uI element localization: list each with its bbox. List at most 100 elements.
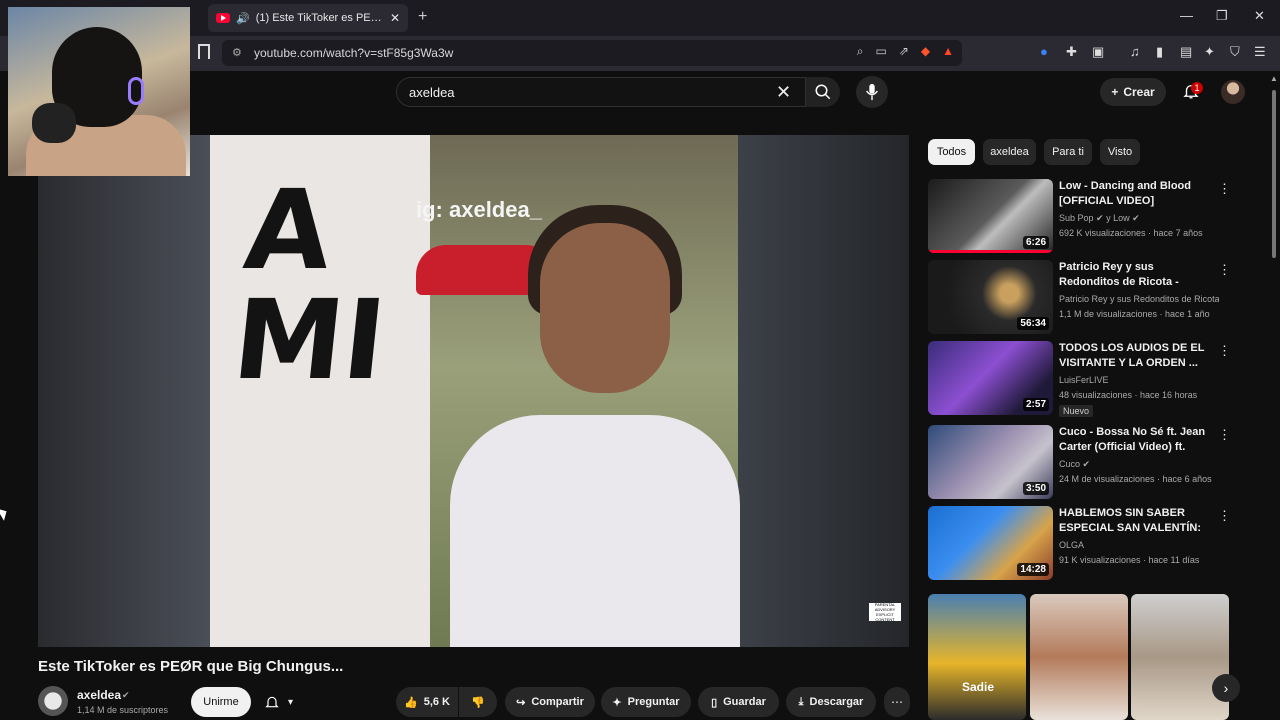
bookmark-icon[interactable] bbox=[198, 44, 210, 59]
page-scrollbar[interactable]: ▲ bbox=[1270, 74, 1278, 720]
chip-channel[interactable]: axeldea bbox=[983, 139, 1036, 165]
sparkle-icon: ✦ bbox=[612, 696, 622, 709]
share-icon[interactable]: ⇗ bbox=[899, 44, 909, 59]
more-actions-button[interactable]: ⋯ bbox=[884, 687, 910, 717]
shorts-next-button[interactable]: › bbox=[1212, 674, 1240, 702]
site-info-icon[interactable]: ⚙ bbox=[232, 46, 242, 59]
recommendation-title[interactable]: Cuco - Bossa No Sé ft. Jean Carter (Offi… bbox=[1059, 425, 1209, 457]
download-icon: ⤓ bbox=[798, 695, 804, 708]
download-button[interactable]: ⤓ Descargar bbox=[786, 687, 876, 717]
voice-search-button[interactable] bbox=[856, 76, 888, 108]
extensions-puzzle-icon[interactable]: ✚ bbox=[1066, 44, 1077, 60]
recommendation-item[interactable]: 2:57 TODOS LOS AUDIOS DE EL VISITANTE Y … bbox=[928, 341, 1238, 417]
duration-badge: 56:34 bbox=[1017, 317, 1049, 330]
recommendation-channel[interactable]: Cuco ✔ bbox=[1059, 459, 1219, 470]
ai-icon[interactable]: ✦ bbox=[1204, 44, 1215, 60]
dislike-button[interactable]: 👎 bbox=[459, 687, 497, 717]
recommendation-item[interactable]: 56:34 Patricio Rey y sus Redonditos de R… bbox=[928, 260, 1238, 336]
create-label: Crear bbox=[1123, 85, 1155, 99]
microphone-icon bbox=[32, 103, 76, 143]
video-thumbnail[interactable]: 14:28 bbox=[928, 506, 1053, 580]
recommendation-channel[interactable]: Sub Pop ✔ y Low ✔ bbox=[1059, 213, 1219, 224]
subscription-bell-button[interactable]: ▾ bbox=[258, 687, 310, 717]
leo-icon[interactable]: ▤ bbox=[1180, 44, 1192, 60]
video-thumbnail[interactable]: 6:26 bbox=[928, 179, 1053, 253]
chip-todos[interactable]: Todos bbox=[928, 139, 975, 165]
sidebar-icon[interactable]: ▮ bbox=[1156, 44, 1163, 60]
kebab-menu-icon[interactable]: ⋮ bbox=[1218, 427, 1231, 443]
scroll-up-icon[interactable]: ▲ bbox=[1270, 74, 1278, 83]
brave-rewards-icon[interactable]: ▲ bbox=[942, 44, 954, 59]
recommendation-channel[interactable]: LuisFerLIVE bbox=[1059, 375, 1219, 385]
recommendation-item[interactable]: 3:50 Cuco - Bossa No Sé ft. Jean Carter … bbox=[928, 425, 1238, 501]
recommendation-meta: 91 K visualizaciones · hace 11 días bbox=[1059, 555, 1200, 565]
channel-avatar[interactable] bbox=[38, 686, 68, 716]
recommendation-meta: 1,1 M de visualizaciones · hace 1 año bbox=[1059, 309, 1210, 319]
short-item[interactable]: Sadie bbox=[928, 594, 1026, 720]
share-button[interactable]: ↪ Compartir bbox=[505, 687, 595, 717]
like-button[interactable]: 👍 5,6 K bbox=[396, 687, 458, 717]
address-bar[interactable]: ⚙ youtube.com/watch?v=stF85g3Wa3w ⌕ ▭ ⇗ … bbox=[222, 40, 962, 66]
recommendation-channel[interactable]: Patricio Rey y sus Redonditos de Ricota … bbox=[1059, 294, 1219, 304]
vpn-icon[interactable]: ⛉ bbox=[1230, 44, 1240, 60]
menu-icon[interactable]: ☰ bbox=[1254, 44, 1266, 60]
restore-button[interactable]: ❐ bbox=[1216, 8, 1228, 24]
kebab-menu-icon[interactable]: ⋮ bbox=[1218, 508, 1231, 524]
kebab-menu-icon[interactable]: ⋮ bbox=[1218, 343, 1231, 359]
webcam-overlay bbox=[8, 7, 190, 176]
scroll-thumb[interactable] bbox=[1272, 90, 1276, 258]
recommendation-channel[interactable]: OLGA bbox=[1059, 540, 1219, 550]
search-button[interactable] bbox=[806, 77, 840, 107]
short-item[interactable] bbox=[1030, 594, 1128, 720]
minimize-button[interactable]: — bbox=[1180, 8, 1193, 23]
join-button[interactable]: Unirme bbox=[191, 687, 251, 717]
channel-name[interactable]: axeldea bbox=[77, 688, 121, 702]
cast-icon[interactable]: ▭ bbox=[875, 44, 886, 59]
recommendation-item[interactable]: 14:28 HABLEMOS SIN SABER ESPECIAL SAN VA… bbox=[928, 506, 1238, 582]
video-thumbnail[interactable]: 56:34 bbox=[928, 260, 1053, 334]
duration-badge: 6:26 bbox=[1022, 236, 1049, 249]
video-title: Este TikToker es PEØR que Big Chungus... bbox=[38, 658, 344, 675]
recommendation-title[interactable]: Patricio Rey y sus Redonditos de Ricota … bbox=[1059, 260, 1209, 292]
user-avatar[interactable] bbox=[1221, 80, 1245, 104]
recommendation-item[interactable]: 6:26 Low - Dancing and Blood [OFFICIAL V… bbox=[928, 179, 1238, 255]
create-button[interactable]: + Crear bbox=[1100, 78, 1166, 106]
subscriber-count: 1,14 M de suscriptores bbox=[77, 705, 169, 715]
youtube-favicon-icon bbox=[216, 13, 230, 23]
wallet-icon[interactable]: ▣ bbox=[1092, 44, 1104, 60]
chip-visto[interactable]: Visto bbox=[1100, 139, 1140, 165]
bell-icon bbox=[265, 696, 279, 708]
new-tab-button[interactable]: + bbox=[418, 8, 427, 26]
recommendation-title[interactable]: Low - Dancing and Blood [OFFICIAL VIDEO] bbox=[1059, 179, 1209, 209]
search-input[interactable]: axeldea bbox=[396, 77, 806, 107]
share-arrow-icon: ↪ bbox=[516, 696, 526, 709]
short-label: Sadie bbox=[962, 680, 995, 694]
browser-tab[interactable]: 🔊 (1) Este TikToker es PEØR que ✕ bbox=[208, 4, 408, 32]
save-button[interactable]: ▯ Guardar bbox=[698, 687, 779, 717]
media-icon[interactable]: ♫ bbox=[1130, 44, 1140, 59]
kebab-menu-icon[interactable]: ⋮ bbox=[1218, 181, 1231, 197]
recommendation-title[interactable]: HABLEMOS SIN SABER ESPECIAL SAN VALENTÍN… bbox=[1059, 506, 1209, 538]
short-item[interactable] bbox=[1131, 594, 1229, 720]
video-thumbnail[interactable]: 3:50 bbox=[928, 425, 1053, 499]
ask-button[interactable]: ✦ Preguntar bbox=[601, 687, 691, 717]
audio-playing-icon[interactable]: 🔊 bbox=[236, 12, 250, 25]
video-player[interactable]: A MI ig: axeldea_ PARENTAL ADVISORY EXPL… bbox=[38, 135, 909, 647]
search-input-value: axeldea bbox=[409, 84, 455, 100]
chip-para-ti[interactable]: Para ti bbox=[1044, 139, 1092, 165]
duration-badge: 2:57 bbox=[1022, 398, 1049, 411]
brave-shield-icon[interactable]: ◆ bbox=[921, 44, 930, 59]
bookmark-save-icon: ▯ bbox=[711, 696, 718, 709]
clear-search-icon[interactable]: ✕ bbox=[776, 82, 791, 103]
close-window-button[interactable]: ✕ bbox=[1254, 8, 1265, 24]
duration-badge: 3:50 bbox=[1022, 482, 1049, 495]
save-label: Guardar bbox=[723, 696, 766, 708]
recommendation-title[interactable]: TODOS LOS AUDIOS DE EL VISITANTE Y LA OR… bbox=[1059, 341, 1209, 371]
video-thumbnail[interactable]: 2:57 bbox=[928, 341, 1053, 415]
close-tab-icon[interactable]: ✕ bbox=[390, 11, 400, 25]
watch-progress-bar bbox=[928, 250, 1053, 253]
extension-icon[interactable]: ● bbox=[1040, 44, 1048, 59]
kebab-menu-icon[interactable]: ⋮ bbox=[1218, 262, 1231, 278]
recommendation-meta: 692 K visualizaciones · hace 7 años bbox=[1059, 228, 1203, 238]
zoom-icon[interactable]: ⌕ bbox=[857, 44, 864, 59]
